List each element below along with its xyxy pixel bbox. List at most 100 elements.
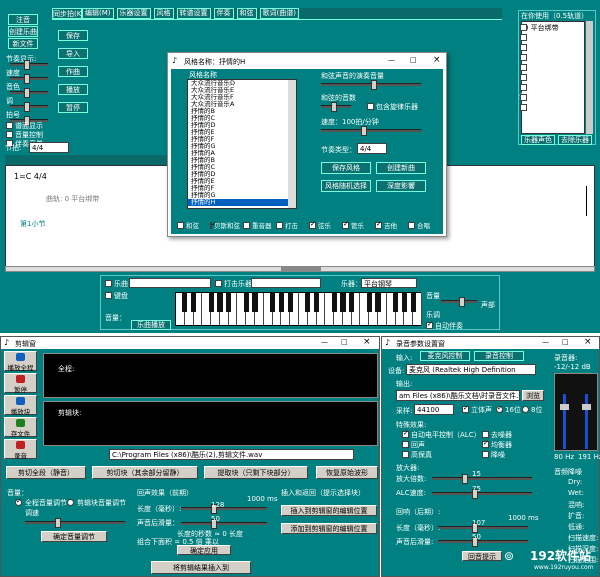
instrument-check-item[interactable]: 吉他 xyxy=(375,219,405,231)
chord-vol-slider[interactable] xyxy=(321,80,421,90)
track-check[interactable] xyxy=(520,44,527,51)
output-path[interactable]: am Files (x86)\酷乐文档\时录音文件.wav xyxy=(396,390,520,401)
append-at-cursor-button[interactable]: 添加到剪辑窗的编辑位置 xyxy=(281,523,377,534)
style-list-scrollbar[interactable] xyxy=(288,80,296,208)
left-tool-button[interactable]: 同步拍(K) xyxy=(52,8,82,19)
meter-knob-left[interactable] xyxy=(560,404,569,410)
perc-check[interactable] xyxy=(215,280,222,287)
piano-black-key[interactable] xyxy=(393,293,399,312)
score-scrollbar[interactable] xyxy=(5,266,595,272)
piano-black-key[interactable] xyxy=(305,293,311,312)
piano-black-key[interactable] xyxy=(340,293,346,312)
piano-black-key[interactable] xyxy=(278,293,285,312)
device-select[interactable]: 麦克风 (Realtek High Definition xyxy=(406,364,536,375)
editor-close-button[interactable]: × xyxy=(363,337,371,347)
echo-decay-slider[interactable] xyxy=(181,519,267,529)
style-list-item[interactable]: 抒情的H xyxy=(188,199,296,206)
fx-check[interactable] xyxy=(402,451,409,458)
bit8-radio[interactable] xyxy=(522,406,529,413)
track-check[interactable] xyxy=(520,94,527,101)
save-style-button[interactable]: 保存风格 xyxy=(321,162,371,174)
dialog-close-button[interactable]: × xyxy=(433,55,441,65)
mic-control-tab[interactable]: 麦克风控制 xyxy=(420,351,470,361)
full-vol-radio[interactable] xyxy=(15,497,22,506)
left-slider[interactable] xyxy=(10,74,48,84)
piano-black-key[interactable] xyxy=(226,293,232,312)
echo-hint-button[interactable]: 回音提示 xyxy=(462,551,502,561)
left-slider[interactable] xyxy=(10,88,48,98)
perc-select[interactable] xyxy=(251,278,321,288)
editor-action-button[interactable]: 剪切全段（静音） xyxy=(6,466,86,479)
instrument-check-item[interactable]: 打击 xyxy=(276,219,306,231)
instrument-check-box[interactable] xyxy=(408,221,415,229)
dialog-maximize-button[interactable]: □ xyxy=(410,56,417,64)
chord-count-thumb[interactable] xyxy=(331,102,337,112)
instrument-tone-button[interactable]: 乐器声色 xyxy=(521,135,555,145)
editor-side-button[interactable]: 录音 xyxy=(4,439,37,460)
browse-button[interactable]: 浏览 xyxy=(522,390,544,401)
create-song-button[interactable]: 创建新曲 xyxy=(376,162,426,174)
fx-check[interactable] xyxy=(482,451,489,458)
toolbar-tab[interactable]: 和弦 xyxy=(236,8,257,19)
left-tool-button[interactable]: 暂停 xyxy=(58,102,88,113)
fx-check[interactable] xyxy=(482,439,489,448)
cancel-accomp-check[interactable] xyxy=(367,103,374,110)
instrument-check-item[interactable]: 和弦 xyxy=(177,219,207,231)
keyboard-check[interactable] xyxy=(105,292,112,299)
left-tool-button[interactable]: 创建乐曲 xyxy=(8,26,38,37)
piano-black-key[interactable] xyxy=(182,293,188,312)
rate-select[interactable]: 44100 xyxy=(414,404,454,415)
editor-maximize-button[interactable]: □ xyxy=(341,338,348,346)
fx-check[interactable] xyxy=(482,431,489,438)
song-play-button[interactable]: 乐曲播放 xyxy=(131,320,171,330)
apply-echo-button[interactable]: 确定应用 xyxy=(177,545,231,555)
instrument-check-box[interactable] xyxy=(243,221,250,229)
left-slider-thumb[interactable] xyxy=(24,60,30,70)
instrument-check-box[interactable] xyxy=(276,221,283,229)
full-waveform[interactable]: 全程: xyxy=(43,353,378,398)
piano-black-key[interactable] xyxy=(349,293,355,312)
clip-waveform[interactable]: 剪辑块: xyxy=(43,401,378,446)
editor-side-button[interactable]: 暂停 xyxy=(4,373,37,394)
instrument-check-box[interactable] xyxy=(342,220,349,229)
instrument-check-box[interactable] xyxy=(375,220,382,229)
alc-slider[interactable] xyxy=(432,489,532,499)
fx-check[interactable] xyxy=(402,441,409,448)
piano-black-key[interactable] xyxy=(375,293,381,312)
toolbar-tab[interactable]: 转谱设置 xyxy=(176,8,211,19)
score-scroll-thumb[interactable] xyxy=(281,267,321,271)
speed-thumb[interactable] xyxy=(361,126,367,136)
instrument-check-item[interactable]: 重音器 xyxy=(243,219,273,231)
apply-vol-button[interactable]: 确定音量调节 xyxy=(41,531,107,542)
piano-black-key[interactable] xyxy=(366,293,372,312)
dialog-minimize-button[interactable]: — xyxy=(388,56,395,64)
left-slider[interactable] xyxy=(10,60,48,70)
instrument-check-item[interactable]: 管乐 xyxy=(342,219,372,231)
left-tool-button[interactable]: 导入 xyxy=(58,48,88,59)
chord-vol-thumb[interactable] xyxy=(371,80,377,90)
piano-black-key[interactable] xyxy=(331,293,337,312)
editor-side-button[interactable]: 播放全程 xyxy=(4,351,37,372)
track-check[interactable] xyxy=(520,104,527,111)
piano-keyboard[interactable] xyxy=(175,292,422,326)
track-list-scrollbar[interactable] xyxy=(586,21,593,134)
meter-knob-right[interactable] xyxy=(582,404,591,410)
editor-side-button[interactable]: 播放块 xyxy=(4,395,37,416)
track-check[interactable] xyxy=(520,34,527,41)
left-tool-button[interactable]: 保存 xyxy=(58,30,88,41)
piano-black-key[interactable] xyxy=(401,293,408,312)
toolbar-tab[interactable]: 乐器设置 xyxy=(116,8,151,19)
track-check[interactable] xyxy=(520,64,527,71)
instrument-check-item[interactable]: 贝斯和弦 xyxy=(210,219,240,231)
instrument-select[interactable]: 平台钢琴 xyxy=(361,278,417,288)
left-tool-button[interactable]: 播放 xyxy=(58,84,88,95)
left-check[interactable] xyxy=(6,131,13,138)
piano-black-key[interactable] xyxy=(208,293,214,312)
clip-vol-radio[interactable] xyxy=(67,499,74,506)
editor-action-button[interactable]: 提取块（只剩下块部分） xyxy=(204,466,308,479)
editor-action-button[interactable]: 剪切块（其余部分留静） xyxy=(92,466,198,479)
vol-slider-thumb[interactable] xyxy=(55,518,61,528)
echo-rec-decay-slider[interactable] xyxy=(438,537,528,547)
left-slider[interactable] xyxy=(10,102,48,112)
instrument-check-item[interactable]: 合唱 xyxy=(408,219,438,231)
